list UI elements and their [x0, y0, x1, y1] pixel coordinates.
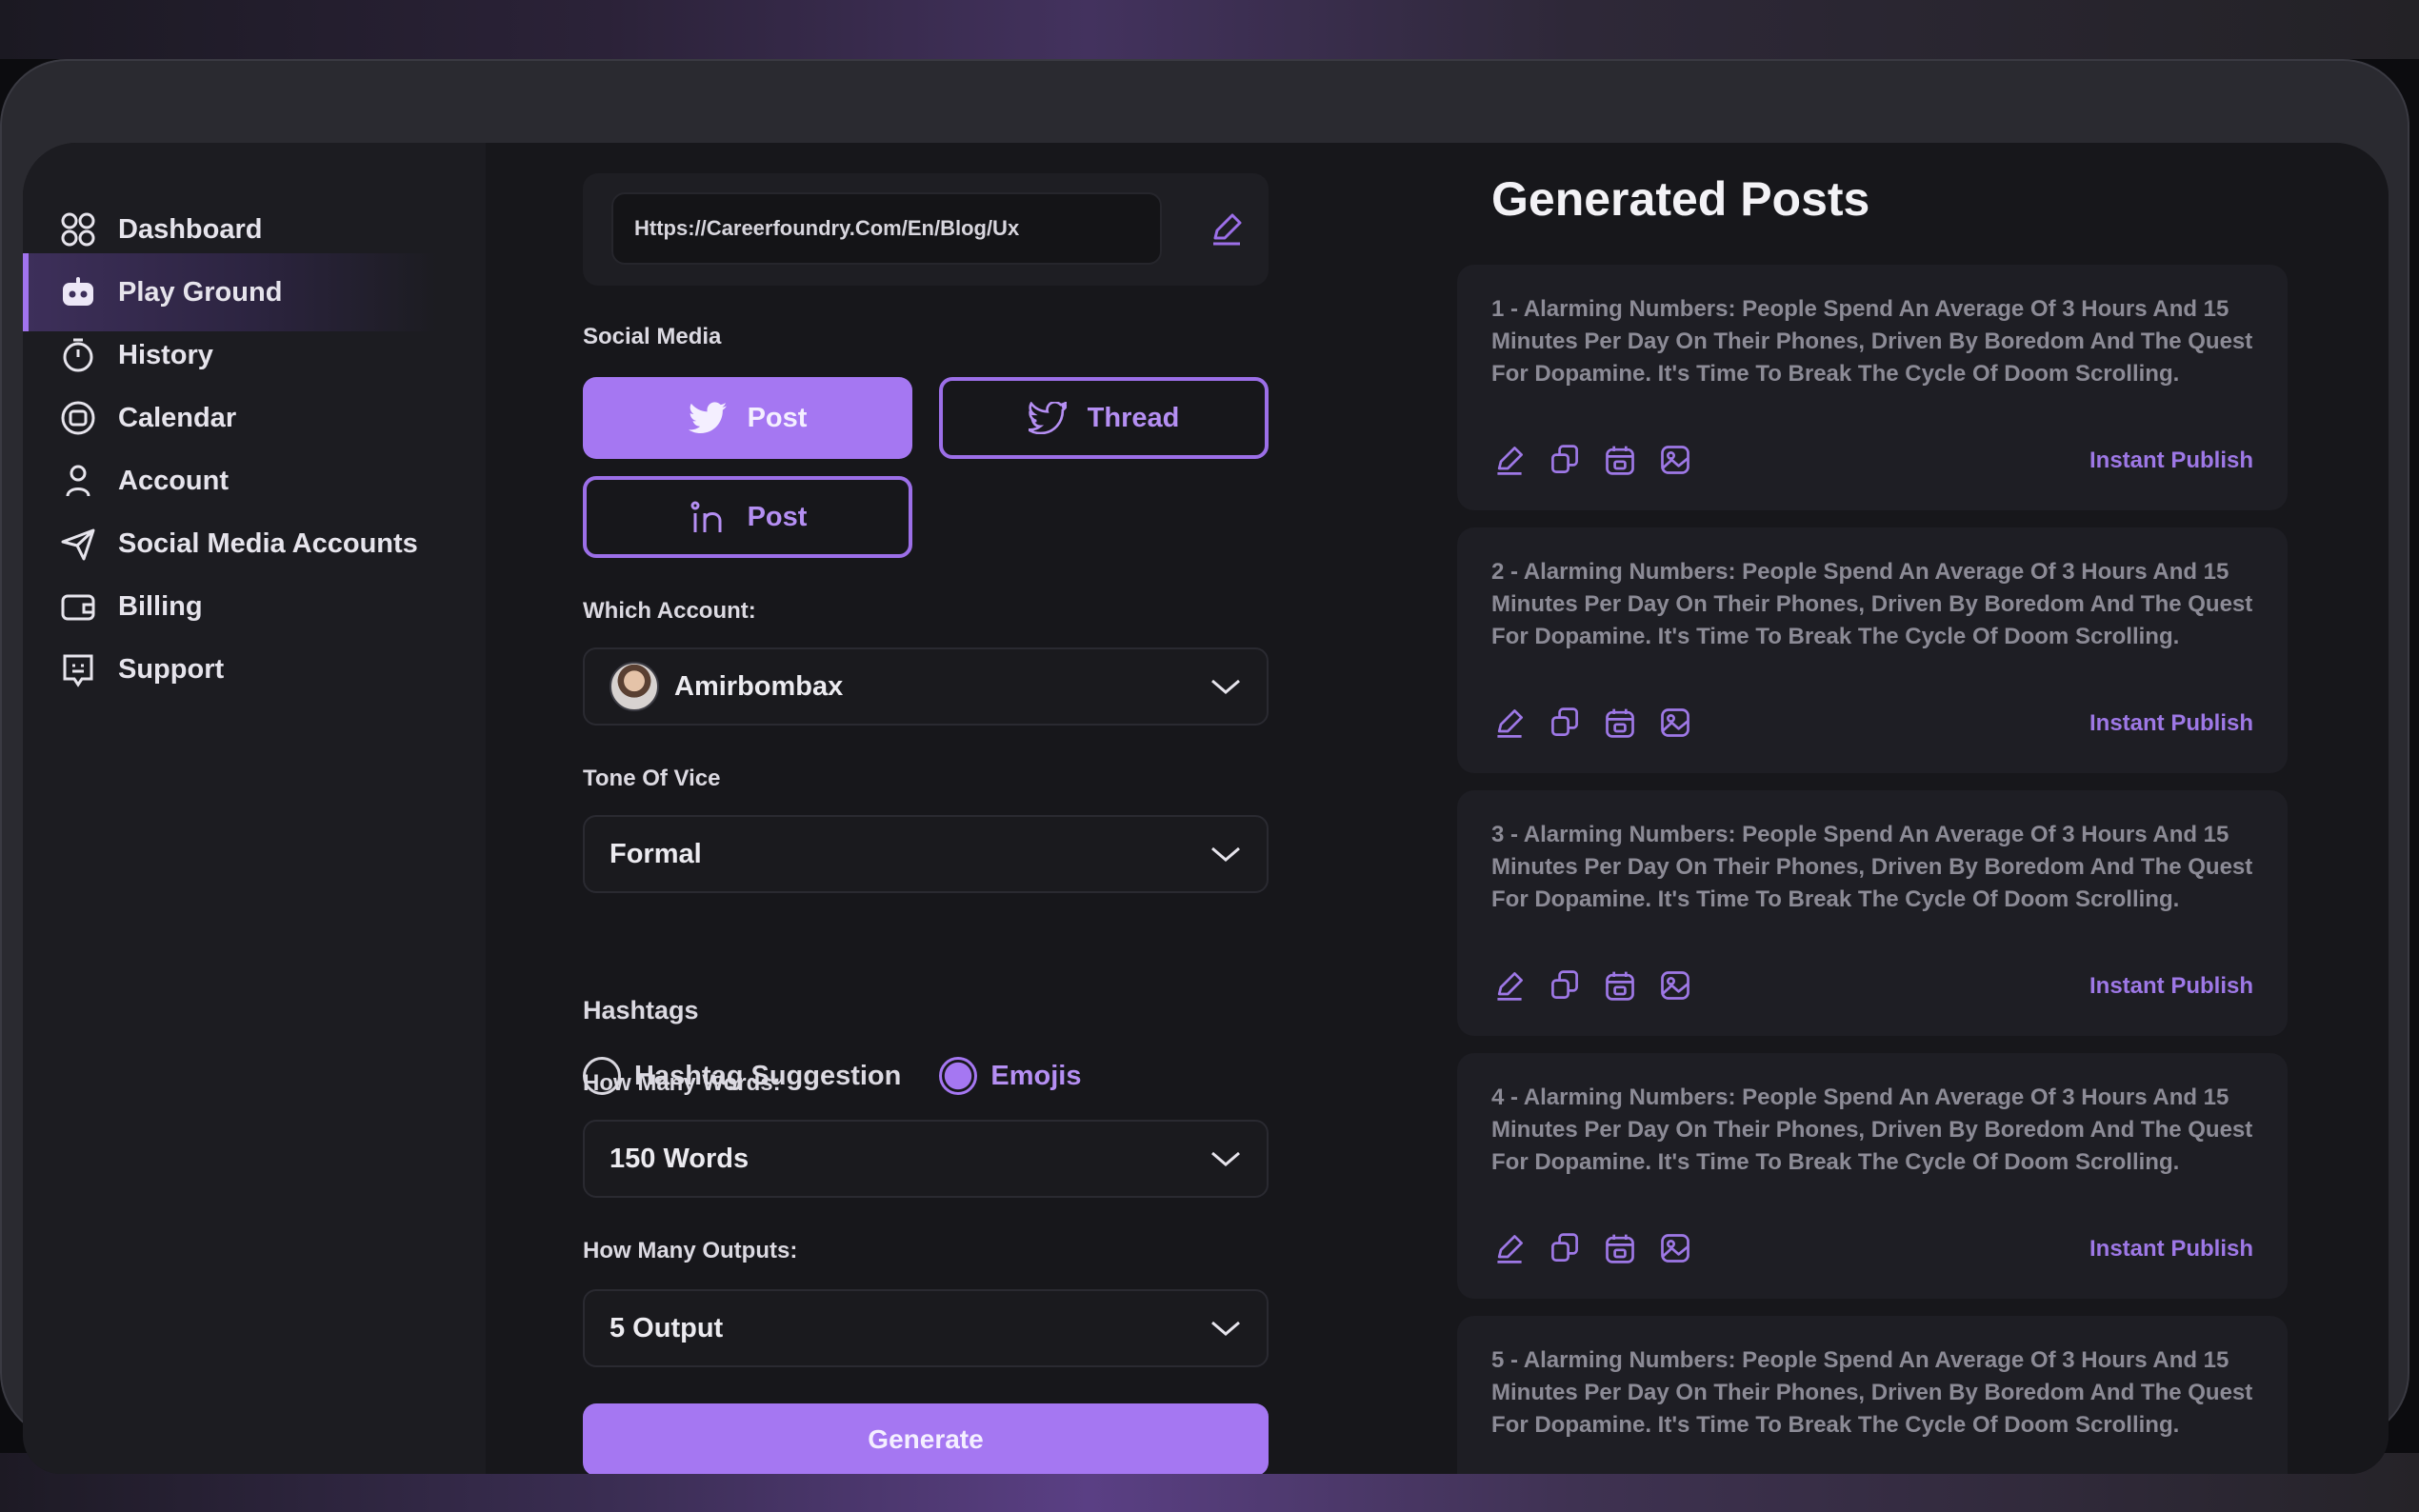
edit-url-icon[interactable]: [1208, 209, 1246, 248]
hashtags-label: Hashtags: [583, 996, 699, 1025]
instant-publish-link[interactable]: Instant Publish: [2089, 973, 2253, 1000]
twitter-icon: [1028, 402, 1067, 434]
device-frame: Dashboard Play Ground History Calendar A…: [0, 59, 2409, 1474]
twitter-thread-button[interactable]: Thread: [939, 377, 1269, 459]
image-icon[interactable]: [1657, 967, 1693, 1004]
post-card: 5 - Alarming Numbers: People Spend An Av…: [1457, 1316, 2288, 1474]
button-label: Post: [747, 501, 808, 532]
instant-publish-link[interactable]: Instant Publish: [2089, 710, 2253, 737]
copy-icon[interactable]: [1547, 442, 1583, 478]
schedule-icon[interactable]: [1602, 967, 1638, 1004]
grid-icon: [59, 210, 97, 249]
social-media-label: Social Media: [583, 324, 722, 349]
emojis-radio[interactable]: [939, 1057, 978, 1095]
sidebar-item-label: Calendar: [118, 402, 237, 433]
instant-publish-link[interactable]: Instant Publish: [2089, 1236, 2253, 1263]
tone-value: Formal: [610, 838, 702, 869]
twitter-post-button[interactable]: Post: [583, 377, 912, 459]
words-value: 150 Words: [610, 1143, 750, 1174]
image-icon[interactable]: [1657, 705, 1693, 741]
tone-label: Tone Of Vice: [583, 766, 721, 791]
schedule-icon[interactable]: [1602, 705, 1638, 741]
generator-form: Https://Careerfoundry.Com/En/Blog/Ux Soc…: [486, 143, 1438, 1474]
post-actions: [1491, 1230, 1693, 1266]
twitter-icon: [688, 402, 727, 434]
outputs-value: 5 Output: [610, 1312, 724, 1343]
sidebar-item-label: Social Media Accounts: [118, 527, 418, 559]
page-title: Generated Posts: [1491, 172, 1870, 226]
image-icon[interactable]: [1657, 442, 1693, 478]
account-label: Which Account:: [583, 598, 756, 624]
tone-select[interactable]: Formal: [583, 815, 1269, 893]
edit-icon[interactable]: [1491, 1230, 1528, 1266]
sidebar: Dashboard Play Ground History Calendar A…: [23, 143, 486, 1474]
calendar-circle-icon: [59, 399, 97, 437]
sidebar-item-label: Billing: [118, 590, 203, 622]
sidebar-item-label: History: [118, 339, 213, 370]
post-text: 4 - Alarming Numbers: People Spend An Av…: [1491, 1084, 2253, 1175]
copy-icon[interactable]: [1547, 1230, 1583, 1266]
sidebar-item-support[interactable]: Support: [23, 630, 436, 708]
post-actions: [1491, 442, 1693, 478]
generate-button[interactable]: Generate: [583, 1403, 1269, 1474]
edit-icon[interactable]: [1491, 705, 1528, 741]
copy-icon[interactable]: [1547, 705, 1583, 741]
outputs-select[interactable]: 5 Output: [583, 1289, 1269, 1367]
sidebar-item-label: Dashboard: [118, 213, 263, 245]
instant-publish-link[interactable]: Instant Publish: [2089, 448, 2253, 474]
post-text: 1 - Alarming Numbers: People Spend An Av…: [1491, 296, 2253, 387]
post-card: 1 - Alarming Numbers: People Spend An Av…: [1457, 265, 2288, 510]
copy-icon[interactable]: [1547, 967, 1583, 1004]
stopwatch-icon: [59, 336, 97, 374]
outputs-label: How Many Outputs:: [583, 1238, 798, 1263]
emojis-label: Emojis: [990, 1060, 1082, 1091]
generated-posts-panel: Generated Posts 1 - Alarming Numbers: Pe…: [1438, 143, 2389, 1474]
chevron-down-icon: [1210, 1319, 1242, 1338]
sidebar-item-label: Account: [118, 465, 229, 496]
url-panel: Https://Careerfoundry.Com/En/Blog/Ux: [583, 173, 1269, 286]
chevron-down-icon: [1210, 845, 1242, 864]
edit-icon[interactable]: [1491, 967, 1528, 1004]
words-select[interactable]: 150 Words: [583, 1120, 1269, 1198]
account-value: Amirbombax: [674, 670, 844, 702]
account-select[interactable]: Amirbombax: [583, 647, 1269, 726]
post-text: 3 - Alarming Numbers: People Spend An Av…: [1491, 822, 2253, 912]
words-label: How Many Words:: [583, 1070, 781, 1096]
post-card: 4 - Alarming Numbers: People Spend An Av…: [1457, 1053, 2288, 1299]
sidebar-item-label: Play Ground: [118, 276, 283, 308]
schedule-icon[interactable]: [1602, 1230, 1638, 1266]
post-card: 3 - Alarming Numbers: People Spend An Av…: [1457, 790, 2288, 1036]
wallet-icon: [59, 587, 97, 626]
sidebar-item-label: Support: [118, 653, 225, 685]
image-icon[interactable]: [1657, 1230, 1693, 1266]
post-card: 2 - Alarming Numbers: People Spend An Av…: [1457, 527, 2288, 773]
button-label: Post: [747, 402, 808, 433]
avatar: [610, 662, 659, 711]
linkedin-icon: [689, 500, 727, 534]
post-text: 5 - Alarming Numbers: People Spend An Av…: [1491, 1347, 2253, 1438]
user-icon: [59, 462, 97, 500]
edit-icon[interactable]: [1491, 442, 1528, 478]
url-input[interactable]: Https://Careerfoundry.Com/En/Blog/Ux: [611, 192, 1162, 265]
robot-icon: [59, 273, 97, 311]
app-screen: Dashboard Play Ground History Calendar A…: [23, 143, 2389, 1474]
chevron-down-icon: [1210, 677, 1242, 696]
support-icon: [59, 650, 97, 688]
linkedin-post-button[interactable]: Post: [583, 476, 912, 558]
post-actions: [1491, 967, 1693, 1004]
post-actions: [1491, 705, 1693, 741]
post-text: 2 - Alarming Numbers: People Spend An Av…: [1491, 559, 2253, 649]
send-icon: [59, 525, 97, 563]
schedule-icon[interactable]: [1602, 442, 1638, 478]
button-label: Thread: [1087, 402, 1180, 433]
chevron-down-icon: [1210, 1149, 1242, 1168]
